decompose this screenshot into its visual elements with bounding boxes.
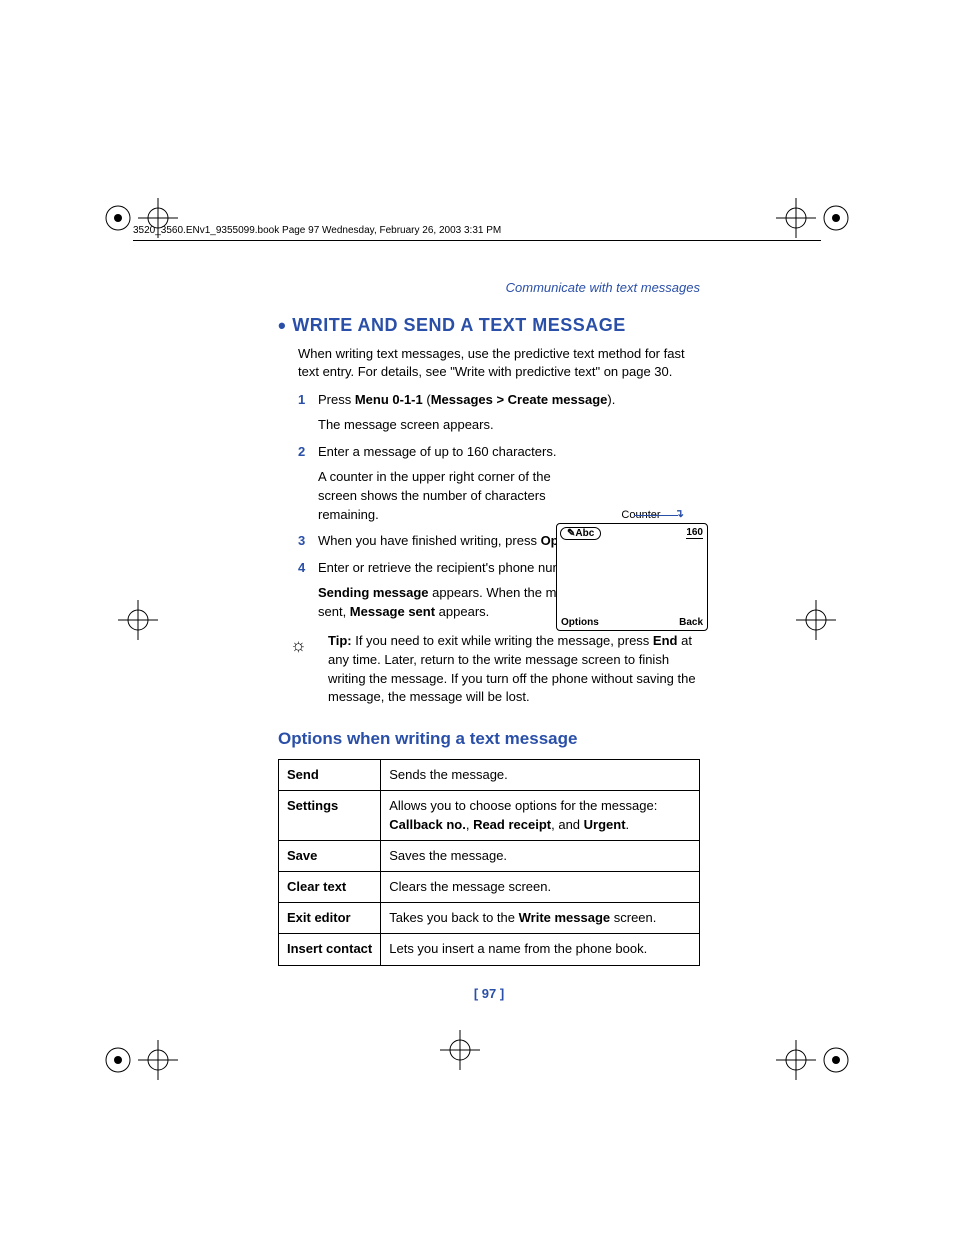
step-number: 4: [298, 559, 305, 578]
table-row: Insert contact Lets you insert a name fr…: [279, 934, 700, 965]
book-header: 3520_3560.ENv1_9355099.book Page 97 Wedn…: [133, 225, 821, 241]
section-heading: •WRITE AND SEND A TEXT MESSAGE: [278, 313, 700, 339]
option-name: Settings: [279, 791, 381, 840]
tip-bulb-icon: ☼: [290, 632, 307, 658]
option-desc: Clears the message screen.: [381, 871, 700, 902]
option-name: Clear text: [279, 871, 381, 902]
phone-screen-figure: Counter ↴ ✎Abc 160 Options Back: [556, 509, 708, 631]
page-content: Communicate with text messages •WRITE AN…: [278, 280, 700, 1001]
page-number: [ 97 ]: [278, 986, 700, 1001]
option-name: Save: [279, 840, 381, 871]
table-row: Exit editor Takes you back to the Write …: [279, 903, 700, 934]
option-desc: Sends the message.: [381, 760, 700, 791]
option-desc: Saves the message.: [381, 840, 700, 871]
bullet-icon: •: [278, 313, 292, 338]
crop-mark-icon: [440, 1030, 480, 1070]
char-counter: 160: [686, 527, 703, 539]
crop-mark-icon: [98, 1000, 178, 1080]
option-name: Insert contact: [279, 934, 381, 965]
table-row: Save Saves the message.: [279, 840, 700, 871]
section-heading-text: WRITE AND SEND A TEXT MESSAGE: [292, 315, 626, 335]
crop-mark-icon: [776, 1000, 856, 1080]
option-name: Exit editor: [279, 903, 381, 934]
step-number: 3: [298, 532, 305, 551]
table-row: Settings Allows you to choose options fo…: [279, 791, 700, 840]
softkey-back: Back: [679, 617, 703, 628]
softkey-options: Options: [561, 617, 599, 628]
table-row: Clear text Clears the message screen.: [279, 871, 700, 902]
intro-paragraph: When writing text messages, use the pred…: [298, 345, 700, 381]
table-row: Send Sends the message.: [279, 760, 700, 791]
input-mode-badge: ✎Abc: [560, 527, 601, 540]
step-number: 1: [298, 391, 305, 410]
step-number: 2: [298, 443, 305, 462]
chapter-header: Communicate with text messages: [278, 280, 700, 295]
option-desc: Lets you insert a name from the phone bo…: [381, 934, 700, 965]
option-name: Send: [279, 760, 381, 791]
crop-mark-icon: [118, 600, 158, 640]
option-desc: Takes you back to the Write message scre…: [381, 903, 700, 934]
options-table: Send Sends the message. Settings Allows …: [278, 759, 700, 965]
tip-note: ☼ Tip: If you need to exit while writing…: [298, 632, 700, 707]
subsection-heading: Options when writing a text message: [278, 729, 700, 749]
arrow-down-icon: ↴: [675, 507, 684, 520]
step-2-sub: A counter in the upper right corner of t…: [318, 468, 578, 525]
crop-mark-icon: [796, 600, 836, 640]
step-1: 1 Press Menu 0-1-1 (Messages > Create me…: [298, 391, 700, 435]
leader-line: [634, 515, 678, 516]
option-desc: Allows you to choose options for the mes…: [381, 791, 700, 840]
phone-screen: ✎Abc 160 Options Back: [556, 523, 708, 631]
step-1-sub: The message screen appears.: [318, 416, 578, 435]
